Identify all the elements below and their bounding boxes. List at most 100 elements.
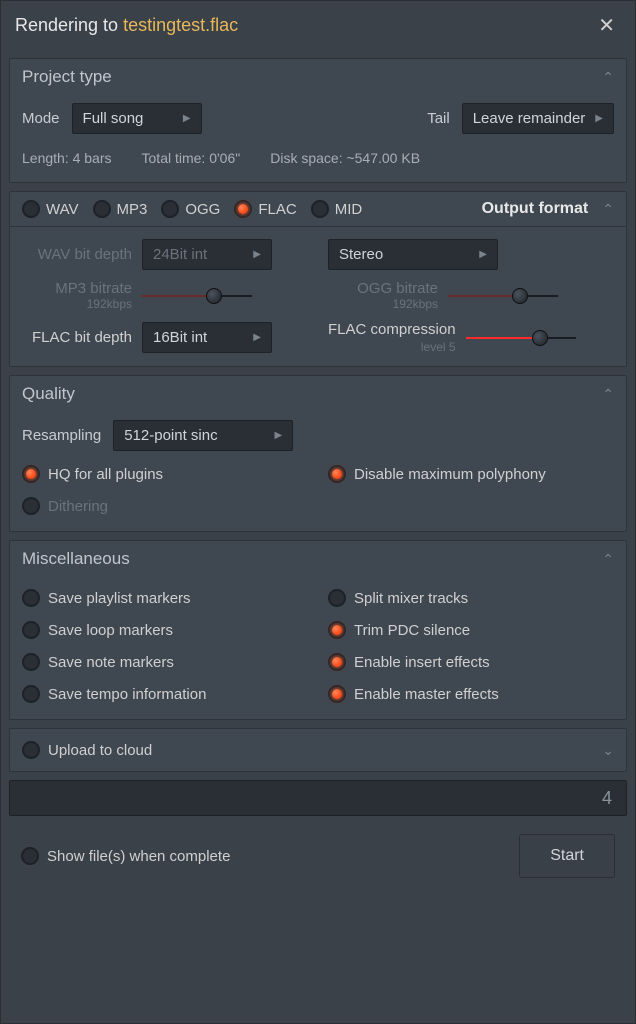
- render-dialog: Rendering to testingtest.flac ✕ Project …: [0, 0, 636, 1024]
- chevron-up-icon: ⌃: [602, 69, 614, 86]
- stereo-dropdown[interactable]: Stereo ▶: [328, 239, 498, 270]
- format-wav-radio[interactable]: WAV: [22, 200, 79, 218]
- radio-on-icon: [328, 465, 346, 483]
- tail-dropdown[interactable]: Leave remainder ▶: [462, 103, 614, 134]
- enable-master-check[interactable]: Enable master effects: [328, 681, 614, 707]
- cloud-section: Upload to cloud ⌄: [9, 728, 627, 772]
- disable-polyphony-label: Disable maximum polyphony: [354, 466, 546, 483]
- ogg-bitrate-label: OGG bitrate: [328, 280, 438, 297]
- enable-insert-check[interactable]: Enable insert effects: [328, 649, 614, 675]
- chevron-down-icon[interactable]: ⌄: [602, 742, 614, 759]
- dropdown-arrow-icon: ▶: [479, 249, 487, 260]
- quality-header[interactable]: Quality ⌃: [10, 376, 626, 412]
- dropdown-arrow-icon: ▶: [183, 113, 191, 124]
- format-mp3-radio[interactable]: MP3: [93, 200, 148, 218]
- wav-depth-label: WAV bit depth: [22, 246, 132, 263]
- mode-value: Full song: [83, 110, 144, 127]
- ogg-bitrate-slider[interactable]: [448, 286, 558, 306]
- mp3-bitrate-value: 192kbps: [22, 297, 132, 311]
- radio-icon: [22, 653, 40, 671]
- title-filename: testingtest.flac: [123, 15, 238, 35]
- flac-depth-dropdown[interactable]: 16Bit int ▶: [142, 322, 272, 353]
- stereo-value: Stereo: [339, 246, 383, 263]
- total-time-info: Total time: 0'06": [142, 150, 241, 166]
- format-ogg-radio[interactable]: OGG: [161, 200, 220, 218]
- show-files-check[interactable]: Show file(s) when complete: [21, 843, 230, 869]
- save-tempo-check[interactable]: Save tempo information: [22, 681, 308, 707]
- mode-label: Mode: [22, 110, 60, 127]
- save-tempo-label: Save tempo information: [48, 686, 206, 703]
- save-playlist-label: Save playlist markers: [48, 590, 191, 607]
- format-mp3-label: MP3: [117, 201, 148, 218]
- radio-icon: [328, 589, 346, 607]
- format-mid-radio[interactable]: MID: [311, 200, 363, 218]
- chevron-up-icon: ⌃: [602, 551, 614, 568]
- trim-pdc-label: Trim PDC silence: [354, 622, 470, 639]
- radio-on-icon: [234, 200, 252, 218]
- output-format-label: Output format: [482, 200, 589, 218]
- split-mixer-check[interactable]: Split mixer tracks: [328, 585, 614, 611]
- save-note-check[interactable]: Save note markers: [22, 649, 308, 675]
- dropdown-arrow-icon: ▶: [253, 249, 261, 260]
- format-ogg-label: OGG: [185, 201, 220, 218]
- misc-section: Miscellaneous ⌃ Save playlist markers Sp…: [9, 540, 627, 720]
- project-type-header[interactable]: Project type ⌃: [10, 59, 626, 95]
- mp3-bitrate-label: MP3 bitrate: [22, 280, 132, 297]
- output-format-section: WAV MP3 OGG FLAC MID Output: [9, 191, 627, 367]
- radio-icon: [311, 200, 329, 218]
- radio-icon: [161, 200, 179, 218]
- format-wav-label: WAV: [46, 201, 79, 218]
- flac-comp-label: FLAC compression: [328, 321, 456, 338]
- upload-cloud-check[interactable]: Upload to cloud: [22, 737, 152, 763]
- trim-pdc-check[interactable]: Trim PDC silence: [328, 617, 614, 643]
- project-type-label: Project type: [22, 67, 112, 87]
- chevron-up-icon: ⌃: [602, 386, 614, 403]
- misc-header[interactable]: Miscellaneous ⌃: [10, 541, 626, 577]
- hq-plugins-label: HQ for all plugins: [48, 466, 163, 483]
- radio-on-icon: [328, 685, 346, 703]
- format-mid-label: MID: [335, 201, 363, 218]
- dropdown-arrow-icon: ▶: [275, 430, 283, 441]
- mp3-bitrate-slider[interactable]: [142, 286, 252, 306]
- tail-label: Tail: [427, 110, 450, 127]
- save-playlist-check[interactable]: Save playlist markers: [22, 585, 308, 611]
- progress-bar: 4: [9, 780, 627, 816]
- radio-icon: [22, 200, 40, 218]
- radio-icon: [22, 685, 40, 703]
- mode-dropdown[interactable]: Full song ▶: [72, 103, 202, 134]
- close-button[interactable]: ✕: [592, 11, 621, 40]
- flac-depth-label: FLAC bit depth: [22, 329, 132, 346]
- chevron-up-icon: ⌃: [602, 201, 614, 218]
- save-loop-label: Save loop markers: [48, 622, 173, 639]
- resampling-dropdown[interactable]: 512-point sinc ▶: [113, 420, 293, 451]
- enable-insert-label: Enable insert effects: [354, 654, 490, 671]
- length-info: Length: 4 bars: [22, 150, 112, 166]
- radio-on-icon: [328, 653, 346, 671]
- wav-depth-value: 24Bit int: [153, 246, 207, 263]
- wav-depth-dropdown[interactable]: 24Bit int ▶: [142, 239, 272, 270]
- flac-comp-slider[interactable]: [466, 328, 576, 348]
- format-flac-label: FLAC: [258, 201, 296, 218]
- radio-icon: [21, 847, 39, 865]
- resampling-value: 512-point sinc: [124, 427, 217, 444]
- resampling-label: Resampling: [22, 427, 101, 444]
- radio-icon: [22, 497, 40, 515]
- footer: Show file(s) when complete Start: [9, 824, 627, 888]
- save-loop-check[interactable]: Save loop markers: [22, 617, 308, 643]
- format-flac-radio[interactable]: FLAC: [234, 200, 296, 218]
- radio-icon: [22, 621, 40, 639]
- ogg-bitrate-value: 192kbps: [328, 297, 438, 311]
- dropdown-arrow-icon: ▶: [253, 332, 261, 343]
- dropdown-arrow-icon: ▶: [595, 113, 603, 124]
- dithering-label: Dithering: [48, 498, 108, 515]
- hq-plugins-check[interactable]: HQ for all plugins: [22, 461, 308, 487]
- disk-space-info: Disk space: ~547.00 KB: [270, 150, 420, 166]
- dithering-check[interactable]: Dithering: [22, 493, 308, 519]
- upload-cloud-label: Upload to cloud: [48, 742, 152, 759]
- quality-label: Quality: [22, 384, 75, 404]
- flac-comp-value: level 5: [421, 340, 456, 354]
- disable-polyphony-check[interactable]: Disable maximum polyphony: [328, 461, 614, 487]
- window-title: Rendering to testingtest.flac: [15, 15, 238, 36]
- start-button[interactable]: Start: [519, 834, 615, 878]
- radio-icon: [93, 200, 111, 218]
